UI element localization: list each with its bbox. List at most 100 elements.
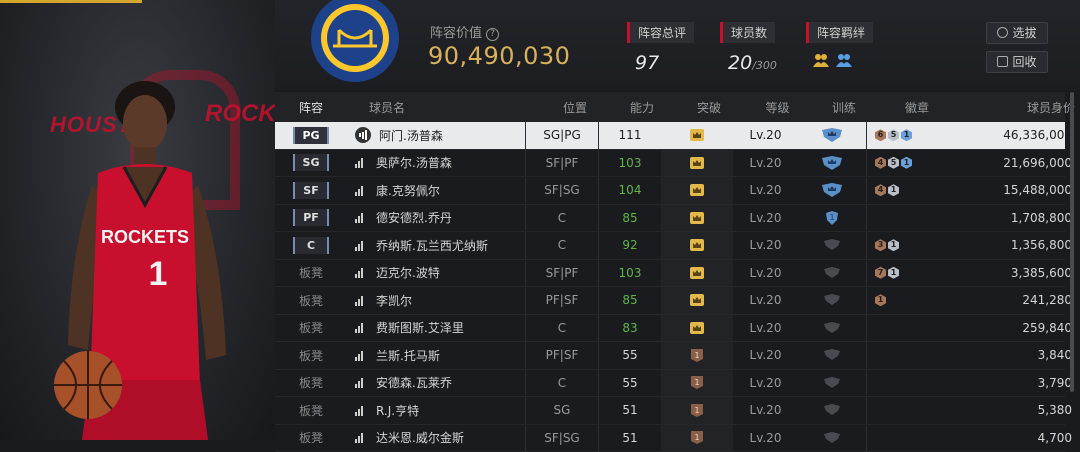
player-name-cell[interactable]: 德安德烈.乔丹 xyxy=(347,209,525,226)
table-row[interactable]: SG奥萨尔.汤普森SF|PF103Lv.2045121,696,000 xyxy=(275,150,1065,178)
select-button[interactable]: 选拔 xyxy=(986,22,1048,44)
player-name-cell[interactable]: 达米恩.威尔金斯 xyxy=(347,429,525,446)
badges-cell[interactable]: 31 xyxy=(867,239,953,251)
lineup-slot-cell: C xyxy=(275,237,347,254)
badges-cell[interactable]: 451 xyxy=(867,157,953,169)
table-row[interactable]: 板凳R.J.亨特SG511Lv.205,380 xyxy=(275,397,1065,425)
training-cell[interactable] xyxy=(798,232,867,259)
lineup-slot-cell: 板凳 xyxy=(275,347,347,364)
breakthrough-cell[interactable] xyxy=(661,205,733,232)
breakthrough-cell[interactable] xyxy=(661,150,733,177)
training-cell[interactable] xyxy=(798,150,867,177)
player-name-cell[interactable]: 乔纳斯.瓦兰西尤纳斯 xyxy=(347,237,525,254)
col-position[interactable]: 位置 xyxy=(539,92,611,122)
breakthrough-cell[interactable] xyxy=(661,315,733,342)
badges-cell[interactable]: 41 xyxy=(867,184,953,196)
table-row[interactable]: 板凳费斯图斯.艾泽里C83Lv.20259,840 xyxy=(275,315,1065,343)
breakthrough-cell[interactable] xyxy=(661,122,733,149)
table-scrollbar[interactable] xyxy=(1070,92,1074,392)
breakthrough-cell[interactable]: 1 xyxy=(661,342,733,369)
badge-hex-icon: 5 xyxy=(888,157,899,169)
training-cell[interactable] xyxy=(798,260,867,287)
player-name-cell[interactable]: 李凯尔 xyxy=(347,292,525,309)
crown-icon xyxy=(689,156,705,170)
svg-text:1: 1 xyxy=(149,255,168,293)
player-name-cell[interactable]: 安德森.瓦莱乔 xyxy=(347,374,525,391)
training-cell[interactable]: 1 xyxy=(798,205,867,232)
table-row[interactable]: 板凳安德森.瓦莱乔C551Lv.203,790 xyxy=(275,370,1065,398)
breakthrough-cell[interactable] xyxy=(661,177,733,204)
table-row[interactable]: 板凳达米恩.威尔金斯SF|SG511Lv.204,700 xyxy=(275,425,1065,452)
badges-cell[interactable]: 651 xyxy=(867,129,953,141)
stat-player-count-label: 球员数 xyxy=(720,22,775,43)
recycle-button[interactable]: 回收 xyxy=(986,51,1048,73)
bench-label: 板凳 xyxy=(299,349,323,363)
col-badges[interactable]: 徽章 xyxy=(878,99,956,116)
player-name: R.J.亨特 xyxy=(376,402,419,419)
help-icon[interactable]: ? xyxy=(486,28,499,41)
panel-top-accent xyxy=(0,0,142,3)
table-row[interactable]: C乔纳斯.瓦兰西尤纳斯C92Lv.20311,356,800 xyxy=(275,232,1065,260)
table-row[interactable]: PG阿门.汤普森SG|PG111Lv.2065146,336,000 xyxy=(275,122,1065,150)
breakthrough-cell[interactable] xyxy=(661,287,733,314)
stat-overall-label: 阵容总评 xyxy=(627,22,694,43)
refresh-icon xyxy=(997,27,1008,38)
col-lineup[interactable]: 阵容 xyxy=(275,99,347,116)
player-name-cell[interactable]: 奥萨尔.汤普森 xyxy=(347,154,525,171)
table-row[interactable]: SF康.克努佩尔SF|SG104Lv.204115,488,000 xyxy=(275,177,1065,205)
rating-bars-icon xyxy=(355,377,368,388)
breakthrough-cell[interactable]: 1 xyxy=(661,397,733,424)
player-name-cell[interactable]: R.J.亨特 xyxy=(347,402,525,419)
lineup-slot-cell: 板凳 xyxy=(275,402,347,419)
player-name-cell[interactable]: 兰斯.托马斯 xyxy=(347,347,525,364)
crown-icon xyxy=(689,293,705,307)
training-cell[interactable] xyxy=(798,425,867,452)
stat-chemistry-label: 阵容羁绊 xyxy=(806,22,873,43)
table-row[interactable]: 板凳迈克尔.波特SF|PF103Lv.20713,385,600 xyxy=(275,260,1065,288)
col-price[interactable]: 球员身价 xyxy=(956,99,1080,116)
player-ability: 55 xyxy=(599,376,661,390)
breakthrough-cell[interactable] xyxy=(661,260,733,287)
training-cell[interactable] xyxy=(798,287,867,314)
col-breakthrough[interactable]: 突破 xyxy=(673,92,745,122)
breakthrough-cell[interactable] xyxy=(661,232,733,259)
col-ability[interactable]: 能力 xyxy=(611,99,673,116)
col-level[interactable]: 等级 xyxy=(745,99,810,116)
player-price: 3,790 xyxy=(953,376,1080,390)
training-cell[interactable] xyxy=(798,177,867,204)
lineup-slot-cell: 板凳 xyxy=(275,374,347,391)
training-cell[interactable] xyxy=(798,315,867,342)
chemistry-blue-icon[interactable] xyxy=(835,52,853,68)
breakthrough-cell[interactable]: 1 xyxy=(661,370,733,397)
col-training[interactable]: 训练 xyxy=(810,92,878,122)
player-name-cell[interactable]: 迈克尔.波特 xyxy=(347,264,525,281)
player-name-cell[interactable]: 阿门.汤普森 xyxy=(347,127,525,144)
crown-icon xyxy=(689,211,705,225)
position-slot-badge: SG xyxy=(293,154,329,171)
table-row[interactable]: 板凳兰斯.托马斯PF|SF551Lv.203,840 xyxy=(275,342,1065,370)
lineup-value-label-text: 阵容价值 xyxy=(430,26,482,41)
training-cell[interactable] xyxy=(798,122,867,149)
col-player-name[interactable]: 球员名 xyxy=(347,99,539,116)
player-position: C xyxy=(525,205,599,232)
player-position: SG|PG xyxy=(525,122,599,149)
training-cell[interactable] xyxy=(798,370,867,397)
player-price: 21,696,000 xyxy=(953,156,1080,170)
badges-cell[interactable]: 71 xyxy=(867,267,953,279)
position-slot-badge: C xyxy=(293,237,329,254)
table-row[interactable]: PF德安德烈.乔丹C85Lv.2011,708,800 xyxy=(275,205,1065,233)
training-cell[interactable] xyxy=(798,397,867,424)
player-level: Lv.20 xyxy=(733,431,798,445)
stat-overall: 阵容总评 97 xyxy=(627,22,694,74)
player-name-cell[interactable]: 费斯图斯.艾泽里 xyxy=(347,319,525,336)
player-name: 德安德烈.乔丹 xyxy=(376,209,452,226)
rating-bars-icon xyxy=(355,322,368,333)
breakthrough-cell[interactable]: 1 xyxy=(661,425,733,452)
chemistry-gold-icon[interactable] xyxy=(812,52,830,68)
badges-cell[interactable]: 1 xyxy=(867,294,953,306)
badge-hex-icon: 1 xyxy=(901,157,912,169)
player-name-cell[interactable]: 康.克努佩尔 xyxy=(347,182,525,199)
rating-bars-icon xyxy=(355,240,368,251)
table-row[interactable]: 板凳李凯尔PF|SF85Lv.201241,280 xyxy=(275,287,1065,315)
training-cell[interactable] xyxy=(798,342,867,369)
